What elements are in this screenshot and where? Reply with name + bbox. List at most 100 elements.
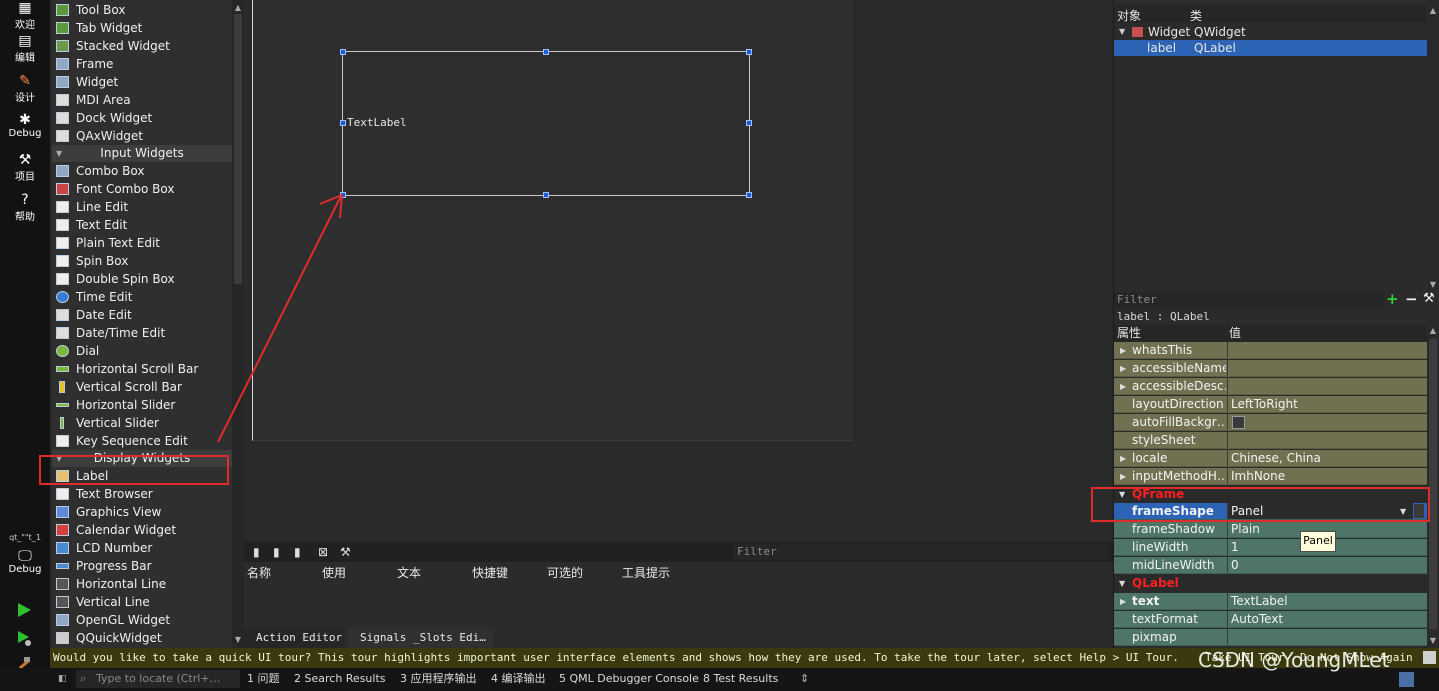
resize-handle[interactable] — [543, 192, 549, 198]
object-inspector-scrollbar[interactable]: ▲ ▼ — [1427, 5, 1439, 291]
widget-item[interactable]: Spin Box — [52, 252, 232, 270]
property-filter-input[interactable]: Filter — [1114, 292, 1384, 308]
property-row[interactable]: midLineWidth 0 — [1114, 557, 1427, 574]
widget-item[interactable]: Text Edit — [52, 216, 232, 234]
property-row[interactable]: ▶ locale Chinese, China — [1114, 450, 1427, 467]
widget-item[interactable]: Horizontal Slider — [52, 396, 232, 414]
tab-action-editor[interactable]: Action Editor — [244, 628, 344, 648]
column-header-property[interactable]: 属性 — [1117, 325, 1141, 342]
mode-projects[interactable]: ⚒ 项目 — [0, 152, 50, 183]
property-row[interactable]: ▶ accessibleDesc… — [1114, 378, 1427, 395]
widget-item[interactable]: Key Sequence Edit — [52, 432, 232, 450]
chevron-right-icon[interactable]: ▶ — [1120, 468, 1126, 485]
chevron-right-icon[interactable]: ▶ — [1120, 450, 1126, 467]
section-qlabel[interactable]: ▼ QLabel — [1114, 575, 1427, 592]
widget-item[interactable]: Tab Widget — [52, 19, 232, 37]
category-input-widgets[interactable]: ▼ Input Widgets — [52, 145, 232, 162]
widget-item[interactable]: Horizontal Scroll Bar — [52, 360, 232, 378]
add-property-icon[interactable]: + — [1386, 291, 1399, 307]
locator-input[interactable]: ⌕ Type to locate (Ctrl+… — [76, 670, 240, 688]
widget-item[interactable]: Font Combo Box — [52, 180, 232, 198]
widget-item[interactable]: Line Edit — [52, 198, 232, 216]
tab-signals-slots[interactable]: Signals _Slots Edi… — [348, 628, 494, 648]
widget-item[interactable]: QQuickWidget — [52, 629, 232, 647]
mode-welcome[interactable]: ▦ 欢迎 — [0, 0, 50, 31]
scroll-down-icon[interactable]: ▼ — [1427, 279, 1439, 291]
tree-row-widget[interactable]: ▼ Widget QWidget — [1114, 24, 1427, 40]
selected-label-widget[interactable]: TextLabel — [340, 49, 752, 198]
column-header[interactable]: 工具提示 — [622, 564, 670, 581]
chevron-down-icon[interactable]: ▼ — [1119, 575, 1125, 592]
new-action-icon[interactable]: ▮ — [253, 545, 265, 559]
chevron-right-icon[interactable]: ▶ — [1120, 342, 1126, 359]
output-pane-search[interactable]: 2 Search Results — [294, 668, 386, 690]
widget-item[interactable]: Text Browser — [52, 485, 232, 503]
resize-handle[interactable] — [746, 120, 752, 126]
chevron-right-icon[interactable]: ▶ — [1120, 378, 1126, 395]
resize-handle[interactable] — [340, 120, 346, 126]
property-row[interactable]: ▶ text TextLabel — [1114, 593, 1427, 610]
widget-item[interactable]: Time Edit — [52, 288, 232, 306]
run-icon[interactable] — [15, 601, 33, 619]
close-icon[interactable] — [1423, 651, 1436, 664]
kit-selector[interactable]: 🖵 Debug — [0, 548, 50, 575]
scrollbar-thumb[interactable] — [1429, 339, 1437, 629]
property-row[interactable]: pixmap — [1114, 629, 1427, 646]
column-header-object[interactable]: 对象 — [1117, 7, 1141, 24]
resize-handle[interactable] — [746, 49, 752, 55]
output-pane-app-output[interactable]: 3 应用程序输出 — [400, 668, 477, 690]
property-row[interactable]: styleSheet — [1114, 432, 1427, 449]
mode-design[interactable]: ✎ 设计 — [0, 73, 50, 104]
copy-action-icon[interactable]: ▮ — [273, 545, 285, 559]
widget-item[interactable]: Double Spin Box — [52, 270, 232, 288]
widget-item[interactable]: Combo Box — [52, 162, 232, 180]
widget-item[interactable]: Dial — [52, 342, 232, 360]
resize-handle[interactable] — [543, 49, 549, 55]
widget-item[interactable]: Stacked Widget — [52, 37, 232, 55]
column-header[interactable]: 可选的 — [547, 564, 583, 581]
resize-handle[interactable] — [340, 49, 346, 55]
mode-edit[interactable]: ▤ 编辑 — [0, 33, 50, 64]
scroll-down-icon[interactable]: ▼ — [232, 634, 244, 646]
property-row[interactable]: frameShadow Plain — [1114, 521, 1427, 538]
widget-item[interactable]: Horizontal Line — [52, 575, 232, 593]
scroll-up-icon[interactable]: ▲ — [232, 2, 244, 14]
property-row[interactable]: lineWidth 1 — [1114, 539, 1427, 556]
widget-item[interactable]: Dock Widget — [52, 109, 232, 127]
notification-icon[interactable] — [1399, 672, 1414, 687]
widget-item[interactable]: Frame — [52, 55, 232, 73]
widget-item[interactable]: Progress Bar — [52, 557, 232, 575]
property-row[interactable]: textFormat AutoText — [1114, 611, 1427, 628]
chevron-right-icon[interactable]: ▶ — [1120, 360, 1126, 377]
configure-icon[interactable]: ⚒ — [340, 545, 352, 559]
autofill-checkbox[interactable] — [1232, 416, 1245, 429]
paste-action-icon[interactable]: ▮ — [294, 545, 306, 559]
widget-item[interactable]: QAxWidget — [52, 127, 232, 145]
resize-handle[interactable] — [746, 192, 752, 198]
property-row[interactable]: ▶ inputMethodH… ImhNone — [1114, 468, 1427, 485]
mode-help[interactable]: ? 帮助 — [0, 192, 50, 223]
checkbox-cell[interactable] — [1227, 414, 1426, 430]
column-header-value[interactable]: 值 — [1229, 325, 1241, 342]
tree-row-label[interactable]: label QLabel — [1114, 40, 1427, 56]
configure-icon[interactable]: ⚒ — [1423, 291, 1435, 307]
widget-item[interactable]: Date Edit — [52, 306, 232, 324]
widget-item[interactable]: Plain Text Edit — [52, 234, 232, 252]
column-header[interactable]: 快捷键 — [472, 564, 508, 581]
widget-item[interactable]: Calendar Widget — [52, 521, 232, 539]
property-row[interactable]: ▶ whatsThis — [1114, 342, 1427, 359]
scroll-down-icon[interactable]: ▼ — [1427, 635, 1439, 647]
column-header[interactable]: 使用 — [322, 564, 346, 581]
delete-action-icon[interactable]: ⊠ — [318, 545, 330, 559]
widget-item[interactable]: Vertical Slider — [52, 414, 232, 432]
debug-run-icon[interactable] — [15, 629, 33, 647]
property-row[interactable]: layoutDirection LeftToRight — [1114, 396, 1427, 413]
column-header[interactable]: 名称 — [247, 564, 271, 581]
widget-item[interactable]: LCD Number — [52, 539, 232, 557]
widget-item[interactable]: Vertical Scroll Bar — [52, 378, 232, 396]
sidebar-toggle-icon[interactable]: ◧ — [58, 668, 67, 690]
output-pane-compile[interactable]: 4 编译输出 — [491, 668, 546, 690]
chevron-right-icon[interactable]: ▶ — [1120, 593, 1126, 610]
output-pane-tests[interactable]: 8 Test Results — [703, 668, 778, 690]
scroll-up-icon[interactable]: ▲ — [1427, 325, 1439, 337]
